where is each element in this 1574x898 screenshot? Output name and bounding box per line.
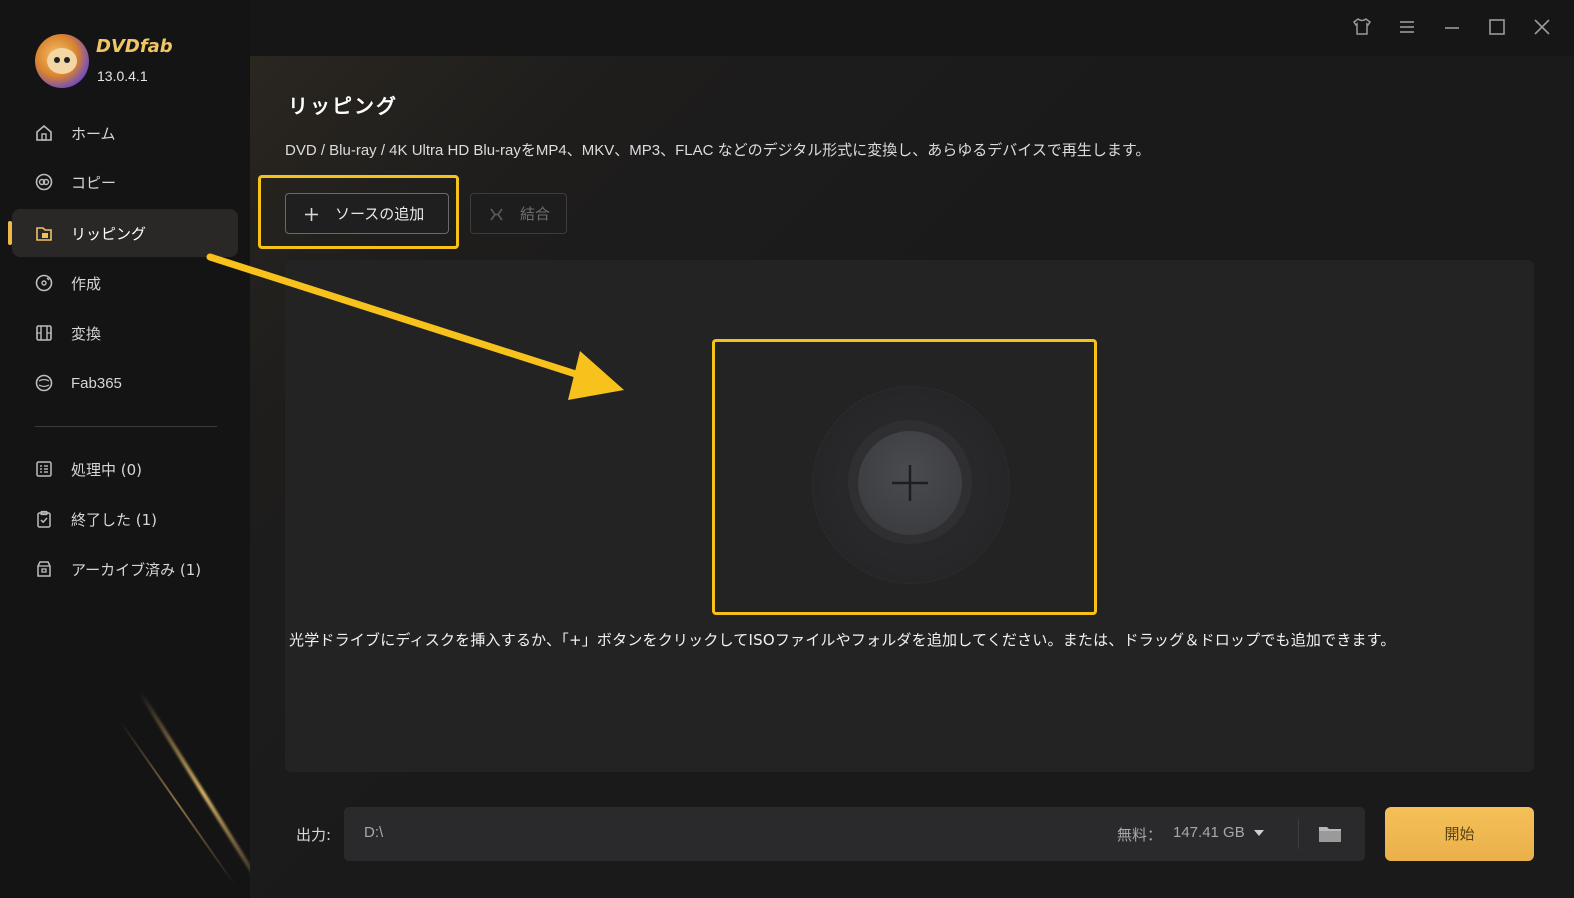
skin-icon[interactable] — [1351, 16, 1373, 38]
logo-eye — [64, 57, 70, 63]
logo-face — [47, 48, 77, 74]
creator-disc-icon — [35, 274, 53, 292]
sidebar-item-copy[interactable]: コピー — [12, 158, 238, 206]
brand-name: DVDfab — [96, 36, 173, 57]
output-separator — [1298, 819, 1299, 849]
sidebar-item-label: リッピング — [71, 224, 147, 243]
output-label: 出力: — [296, 826, 332, 844]
merge-label: 結合 — [520, 205, 551, 223]
processing-list-icon — [36, 461, 52, 477]
close-icon[interactable] — [1531, 16, 1553, 38]
annotation-arrow-icon — [206, 253, 624, 400]
page-title: リッピング — [288, 94, 398, 118]
copy-disc-icon — [35, 173, 53, 191]
sidebar-item-label: ホーム — [71, 124, 116, 143]
start-label: 開始 — [1444, 825, 1475, 843]
highlight-box-plus-button — [712, 339, 1097, 615]
free-space-value: 147.41 GB — [1173, 824, 1245, 841]
add-source-button[interactable]: ソースの追加 — [285, 193, 449, 234]
start-button[interactable]: 開始 — [1385, 807, 1534, 861]
app-logo-icon — [35, 34, 89, 88]
sidebar-item-label: 処理中 (0) — [71, 460, 143, 479]
drop-zone-hint: 光学ドライブにディスクを挿入するか、「+」ボタンをクリックしてISOファイルやフ… — [289, 631, 1396, 649]
sidebar-item-label: 変換 — [71, 324, 102, 343]
plus-icon — [305, 208, 318, 221]
sidebar-item-label: コピー — [71, 173, 117, 192]
add-source-label: ソースの追加 — [335, 205, 425, 223]
menu-icon[interactable] — [1396, 16, 1418, 38]
film-icon — [36, 325, 52, 341]
merge-icon — [490, 208, 503, 221]
sidebar-item-home[interactable]: ホーム — [12, 109, 238, 157]
merge-button[interactable]: 結合 — [470, 193, 567, 234]
minimize-icon[interactable] — [1441, 16, 1463, 38]
fab365-icon — [35, 374, 53, 392]
sidebar-item-label: Fab365 — [71, 374, 122, 392]
chevron-down-icon[interactable] — [1254, 830, 1264, 836]
decorative-light-streak — [119, 720, 236, 886]
ripper-icon — [36, 227, 52, 241]
sidebar-item-archived[interactable]: アーカイブ済み (1) — [12, 545, 238, 593]
sidebar-item-finished[interactable]: 終了した (1) — [12, 495, 238, 543]
sidebar: DVDfab 13.0.4.1 ホーム コピー リッピング 作成 変換 Fab3… — [0, 0, 251, 898]
output-path-value: D:\ — [364, 824, 384, 841]
title-bar — [250, 0, 1574, 56]
app-version: 13.0.4.1 — [97, 68, 148, 84]
sidebar-item-processing[interactable]: 処理中 (0) — [12, 445, 238, 493]
page-description: DVD / Blu-ray / 4K Ultra HD Blu-rayをMP4、… — [285, 142, 1151, 159]
home-icon — [36, 124, 52, 141]
folder-icon[interactable] — [1317, 822, 1343, 846]
sidebar-item-label: アーカイブ済み (1) — [71, 560, 202, 579]
sidebar-divider — [35, 426, 217, 427]
sidebar-item-label: 終了した (1) — [71, 510, 158, 529]
decorative-light-streak — [138, 690, 250, 897]
logo-eye — [54, 57, 60, 63]
finished-clipboard-icon — [37, 510, 51, 528]
archive-box-icon — [37, 561, 51, 577]
maximize-icon[interactable] — [1486, 16, 1508, 38]
sidebar-item-label: 作成 — [71, 274, 102, 293]
free-space-label: 無料： — [1117, 826, 1163, 844]
